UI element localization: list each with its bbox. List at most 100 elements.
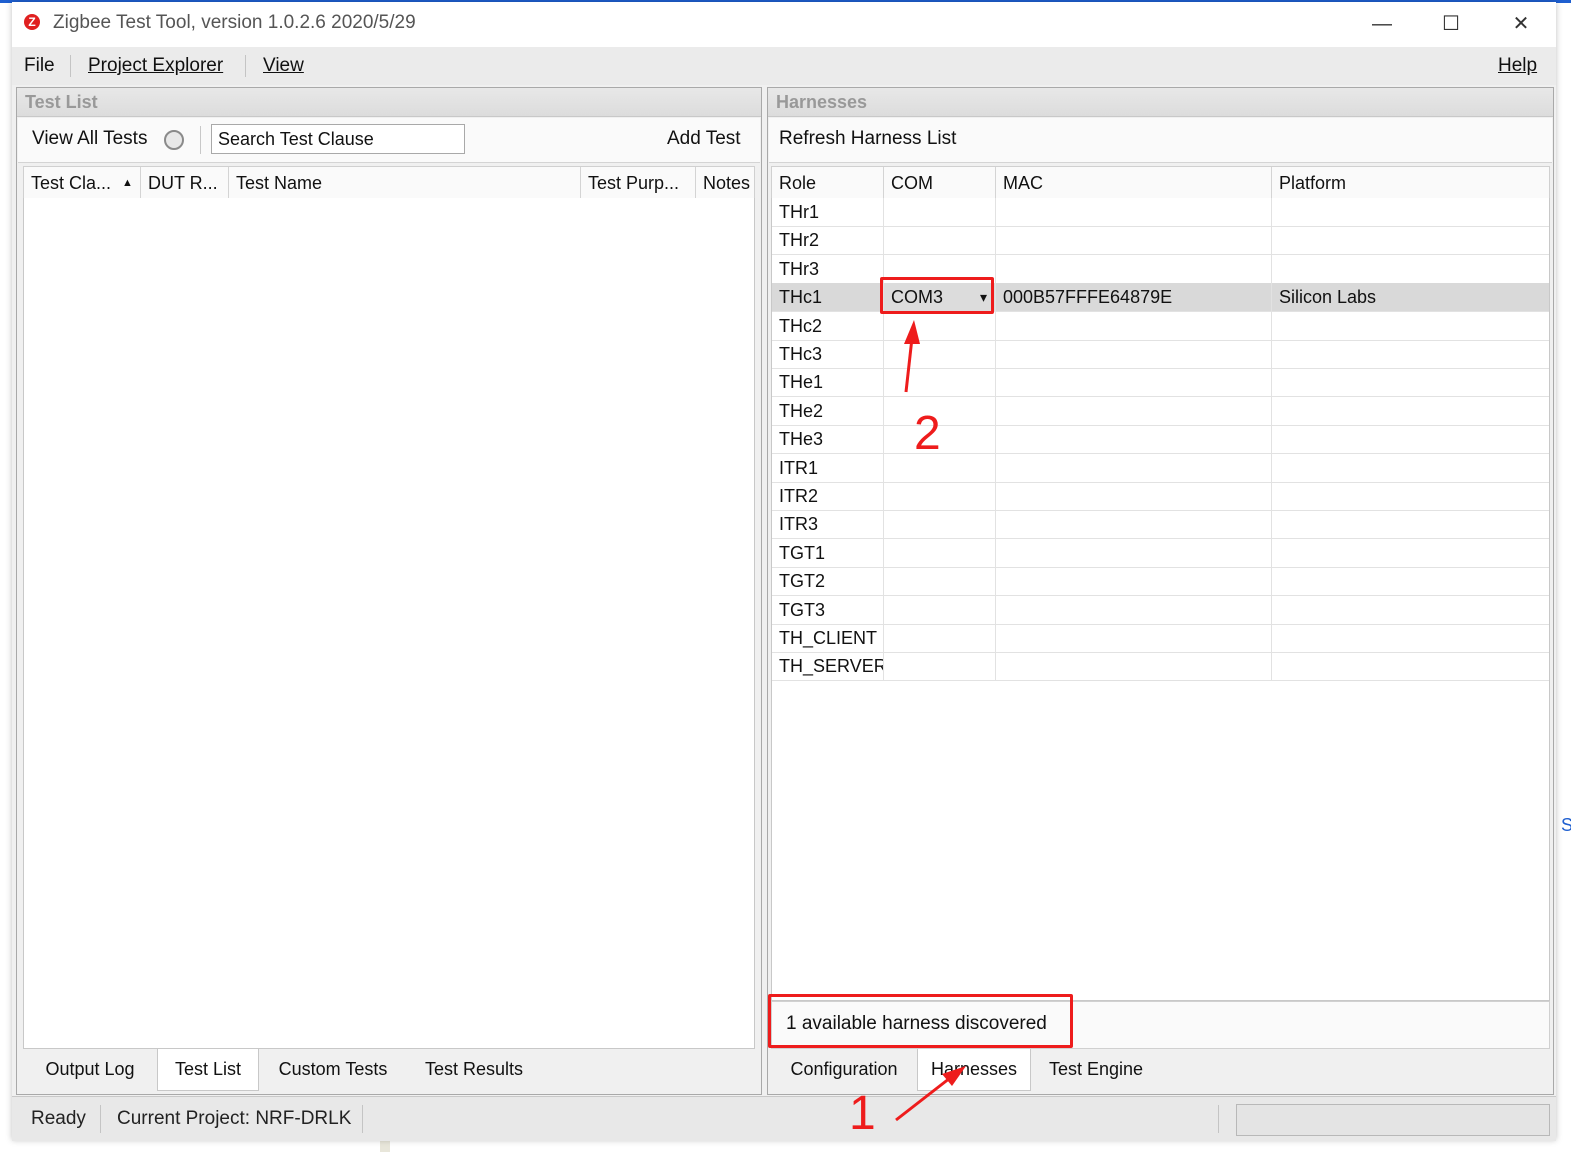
menu-file[interactable]: File bbox=[24, 55, 55, 77]
cell-mac bbox=[996, 453, 1272, 482]
cell-mac bbox=[996, 425, 1272, 454]
harness-row[interactable]: THe1 bbox=[772, 368, 1549, 398]
cell-platform bbox=[1272, 397, 1549, 425]
cell-role: THc3 bbox=[772, 340, 884, 368]
cell-com[interactable] bbox=[884, 368, 996, 397]
cell-platform bbox=[1272, 652, 1549, 680]
cell-platform bbox=[1272, 312, 1549, 340]
tab-test-results[interactable]: Test Results bbox=[407, 1049, 541, 1089]
progress-bar bbox=[1236, 1104, 1550, 1136]
cell-com[interactable] bbox=[884, 595, 996, 624]
harness-row[interactable]: THc2 bbox=[772, 311, 1549, 341]
menu-project-explorer[interactable]: Project Explorer bbox=[88, 55, 223, 77]
status-bar: Ready Current Project: NRF-DRLK bbox=[12, 1096, 1556, 1141]
cell-mac bbox=[996, 595, 1272, 624]
sort-up-icon: ▲ bbox=[122, 177, 133, 189]
cell-mac bbox=[996, 340, 1272, 368]
cell-platform bbox=[1272, 624, 1549, 652]
harness-row[interactable]: TH_SERVER bbox=[772, 652, 1549, 682]
cell-mac bbox=[996, 538, 1272, 567]
view-all-tests-radio[interactable] bbox=[164, 130, 184, 150]
cell-com[interactable] bbox=[884, 510, 996, 539]
annotation-box-com bbox=[880, 277, 994, 314]
status-separator bbox=[1218, 1105, 1219, 1133]
cell-com[interactable] bbox=[884, 340, 996, 368]
test-list-header: Test Cla... ▲ DUT R... Test Name Test Pur… bbox=[23, 166, 755, 200]
test-list-toolbar: View All Tests Search Test Clause Add Te… bbox=[18, 118, 760, 163]
tab-configuration[interactable]: Configuration bbox=[771, 1049, 917, 1089]
test-list-body[interactable] bbox=[23, 198, 755, 1049]
harness-row[interactable]: THe3 bbox=[772, 425, 1549, 455]
cell-mac bbox=[996, 482, 1272, 510]
cell-role: THe1 bbox=[772, 368, 884, 397]
tab-harnesses[interactable]: Harnesses bbox=[917, 1049, 1031, 1091]
menu-separator bbox=[70, 55, 71, 77]
cell-platform bbox=[1272, 340, 1549, 368]
col-com[interactable]: COM bbox=[884, 167, 996, 199]
cell-role: THr2 bbox=[772, 226, 884, 255]
col-role[interactable]: Role bbox=[772, 167, 884, 199]
cell-com[interactable] bbox=[884, 226, 996, 255]
col-dut-role[interactable]: DUT R... bbox=[141, 167, 229, 199]
col-test-purpose[interactable]: Test Purp... bbox=[581, 167, 696, 199]
harnesses-toolbar: Refresh Harness List bbox=[769, 118, 1552, 163]
menu-view[interactable]: View bbox=[263, 55, 304, 77]
cell-platform bbox=[1272, 539, 1549, 567]
col-notes[interactable]: Notes bbox=[696, 167, 754, 199]
harness-grid-header: Role COM MAC Platform bbox=[771, 166, 1550, 200]
harness-row[interactable]: THc3 bbox=[772, 340, 1549, 369]
annotation-number-two: 2 bbox=[914, 407, 941, 460]
cell-role: ITR3 bbox=[772, 510, 884, 539]
cell-com[interactable] bbox=[884, 198, 996, 226]
cell-com[interactable] bbox=[884, 624, 996, 652]
col-mac[interactable]: MAC bbox=[996, 167, 1272, 199]
harness-row[interactable]: ITR2 bbox=[772, 482, 1549, 511]
cell-com[interactable] bbox=[884, 567, 996, 596]
app-window: Z Zigbee Test Tool, version 1.0.2.6 2020… bbox=[12, 2, 1556, 1141]
cell-platform bbox=[1272, 567, 1549, 595]
harness-row[interactable]: ITR3 bbox=[772, 510, 1549, 540]
maximize-icon[interactable]: ☐ bbox=[1429, 8, 1473, 40]
tab-custom-tests[interactable]: Custom Tests bbox=[259, 1049, 407, 1089]
cell-role: THc1 bbox=[772, 283, 884, 312]
cell-com[interactable] bbox=[884, 652, 996, 681]
col-test-clause[interactable]: Test Cla... ▲ bbox=[24, 167, 141, 199]
col-test-name[interactable]: Test Name bbox=[229, 167, 581, 199]
status-separator bbox=[100, 1105, 101, 1133]
cell-mac bbox=[996, 368, 1272, 397]
harness-row[interactable]: TGT3 bbox=[772, 595, 1549, 625]
harness-row[interactable]: THe2 bbox=[772, 396, 1549, 426]
harness-row[interactable]: TH_CLIENT bbox=[772, 624, 1549, 653]
cell-role: THe3 bbox=[772, 425, 884, 454]
cell-mac bbox=[996, 567, 1272, 596]
zigbee-logo-icon: Z bbox=[24, 14, 40, 30]
cell-com[interactable] bbox=[884, 538, 996, 567]
cell-role: TH_SERVER bbox=[772, 652, 884, 681]
col-platform[interactable]: Platform bbox=[1272, 167, 1549, 199]
harness-row[interactable]: THr1 bbox=[772, 198, 1549, 227]
toolbar-separator bbox=[200, 126, 201, 154]
tab-output-log[interactable]: Output Log bbox=[23, 1049, 157, 1089]
add-test-button[interactable]: Add Test bbox=[667, 128, 741, 150]
window-title: Zigbee Test Tool, version 1.0.2.6 2020/5… bbox=[53, 12, 416, 33]
cell-role: TGT1 bbox=[772, 538, 884, 567]
harness-row[interactable]: TGT1 bbox=[772, 538, 1549, 568]
harness-row[interactable]: ITR1 bbox=[772, 453, 1549, 483]
close-icon[interactable]: ✕ bbox=[1499, 8, 1543, 40]
search-test-clause-input[interactable]: Search Test Clause bbox=[211, 124, 465, 154]
menu-separator bbox=[245, 55, 246, 77]
cell-role: ITR1 bbox=[772, 453, 884, 482]
tab-test-list[interactable]: Test List bbox=[157, 1049, 259, 1091]
harness-row[interactable]: TGT2 bbox=[772, 567, 1549, 597]
cell-platform bbox=[1272, 226, 1549, 254]
minimize-icon[interactable]: — bbox=[1360, 8, 1404, 40]
right-tab-strip: Configuration Harnesses Test Engine bbox=[771, 1049, 1550, 1091]
cell-com[interactable] bbox=[884, 482, 996, 510]
menu-help[interactable]: Help bbox=[1498, 55, 1537, 77]
harness-row[interactable]: THr2 bbox=[772, 226, 1549, 256]
cell-com[interactable] bbox=[884, 311, 996, 340]
refresh-harness-list-button[interactable]: Refresh Harness List bbox=[779, 128, 956, 150]
tab-test-engine[interactable]: Test Engine bbox=[1031, 1049, 1161, 1089]
cell-platform bbox=[1272, 596, 1549, 624]
cell-platform bbox=[1272, 425, 1549, 453]
